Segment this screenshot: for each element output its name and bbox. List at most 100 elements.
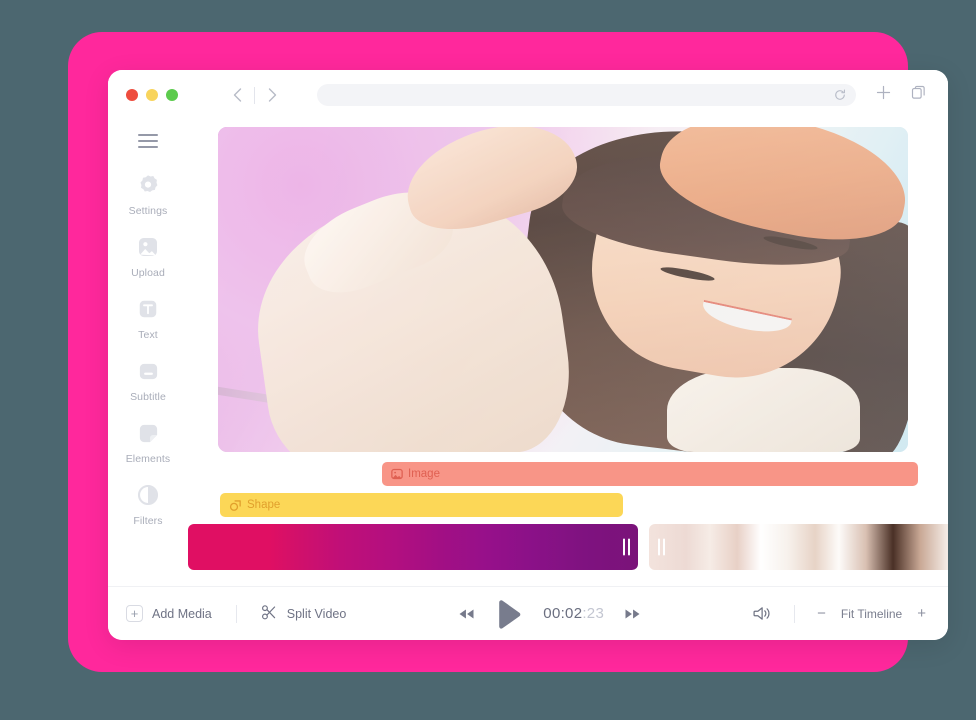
- sidebar-item-text[interactable]: Text: [108, 296, 188, 341]
- preview-color-wash: [218, 127, 908, 452]
- volume-button[interactable]: [753, 605, 794, 622]
- sidebar-item-elements[interactable]: Elements: [108, 420, 188, 465]
- rewind-icon: [459, 608, 474, 619]
- timeline-clip-image[interactable]: Image: [382, 462, 918, 486]
- track-row-image: Image: [188, 462, 948, 486]
- sidebar-item-subtitle[interactable]: Subtitle: [108, 358, 188, 403]
- reload-button[interactable]: [834, 89, 846, 101]
- caption-box-icon: [139, 363, 157, 379]
- image-icon: [391, 468, 403, 480]
- chrome-action-buttons: [876, 85, 926, 105]
- timecode-main: 00:02: [543, 605, 583, 622]
- sidebar-item-upload[interactable]: Upload: [108, 234, 188, 279]
- video-track-row: [188, 524, 948, 570]
- rewind-button[interactable]: [458, 608, 475, 620]
- clip-resize-handle-left[interactable]: [656, 538, 666, 556]
- timeline-clip-shape[interactable]: Shape: [220, 493, 623, 517]
- play-button[interactable]: [495, 599, 523, 629]
- window-body: Settings Upload Text Subtitle Elements F…: [108, 120, 948, 586]
- left-sidebar: Settings Upload Text Subtitle Elements F…: [108, 120, 188, 586]
- hamburger-line: [138, 134, 158, 137]
- filters-contrast-icon: [135, 482, 161, 508]
- grip-bar: [627, 538, 630, 556]
- image-icon: [139, 238, 157, 256]
- sticker-corner-icon: [139, 424, 157, 442]
- toolbar-right-group: − Fit Timeline +: [753, 604, 926, 623]
- sidebar-item-label: Elements: [125, 453, 171, 465]
- speaker-icon: [753, 607, 770, 620]
- menu-toggle-button[interactable]: [138, 134, 158, 148]
- timeline-zoom-controls: − Fit Timeline +: [817, 606, 926, 621]
- plus-icon: [876, 85, 891, 100]
- sidebar-item-label: Upload: [131, 267, 165, 279]
- split-video-button[interactable]: Split Video: [261, 604, 347, 624]
- browser-window: Settings Upload Text Subtitle Elements F…: [108, 70, 948, 640]
- new-tab-button[interactable]: [876, 85, 891, 105]
- close-window-button[interactable]: [126, 89, 138, 101]
- maximize-window-button[interactable]: [166, 89, 178, 101]
- nav-divider: [254, 86, 255, 104]
- back-button[interactable]: [222, 80, 252, 110]
- add-media-label: Add Media: [152, 606, 212, 621]
- editor-toolbar: + Add Media Split Video 00:02:23 − Fit T…: [108, 586, 948, 640]
- sidebar-item-label: Subtitle: [130, 391, 166, 403]
- plus-box-icon: +: [126, 605, 143, 622]
- timeline-video-clip-photo[interactable]: [649, 524, 948, 570]
- transport-controls: 00:02:23: [346, 599, 753, 629]
- clip-thumbnail-strip: [649, 524, 948, 570]
- fit-timeline-button[interactable]: Fit Timeline: [841, 607, 902, 621]
- hamburger-line: [138, 139, 158, 143]
- sidebar-item-label: Settings: [128, 205, 168, 217]
- grip-bar: [662, 538, 665, 556]
- address-bar[interactable]: [317, 84, 856, 106]
- play-icon: [499, 599, 521, 629]
- sidebar-item-settings[interactable]: Settings: [108, 172, 188, 217]
- timecode-frames: :23: [582, 605, 605, 622]
- settings-icon: [135, 172, 161, 198]
- circle-square-icon: [229, 499, 241, 511]
- sidebar-item-filters[interactable]: Filters: [108, 482, 188, 527]
- reload-icon: [835, 89, 846, 100]
- picture-icon: [391, 468, 403, 480]
- show-tabs-button[interactable]: [911, 85, 926, 105]
- gear-icon: [140, 175, 158, 192]
- chevron-right-icon: [268, 88, 276, 102]
- hamburger-line: [138, 145, 158, 148]
- clip-resize-handle-right[interactable]: [621, 538, 631, 556]
- zoom-out-button[interactable]: −: [817, 606, 826, 621]
- scissors-glyph: [261, 604, 275, 619]
- shape-icon: [229, 499, 242, 512]
- preview-container: [188, 120, 948, 452]
- fast-forward-icon: [625, 608, 640, 619]
- scissors-icon: [261, 604, 278, 624]
- timeline-video-clip-gradient[interactable]: [188, 524, 638, 570]
- navigation-buttons: [222, 80, 287, 110]
- timeline-tracks: Image Shape: [188, 452, 948, 586]
- chevron-left-icon: [233, 88, 241, 102]
- elements-icon: [135, 420, 161, 446]
- track-row-shape: Shape: [188, 493, 948, 517]
- toolbar-divider: [794, 604, 796, 623]
- copy-tabs-icon: [911, 85, 925, 99]
- upload-image-icon: [135, 234, 161, 260]
- letter-t-icon: [139, 300, 157, 318]
- add-media-button[interactable]: + Add Media: [126, 605, 212, 622]
- fast-forward-button[interactable]: [624, 608, 641, 620]
- sidebar-item-label: Filters: [133, 515, 163, 527]
- split-video-label: Split Video: [286, 606, 347, 621]
- sidebar-item-label: Text: [138, 329, 158, 341]
- subtitle-icon: [135, 358, 161, 384]
- browser-chrome-bar: [108, 70, 948, 120]
- timecode-display: 00:02:23: [543, 605, 604, 622]
- main-editor-area: Image Shape: [188, 120, 948, 586]
- minimize-window-button[interactable]: [146, 89, 158, 101]
- grip-bar: [657, 538, 660, 556]
- zoom-in-button[interactable]: +: [917, 606, 926, 621]
- timeline-clip-label: Image: [408, 468, 440, 480]
- text-icon: [135, 296, 161, 322]
- timeline-clip-label: Shape: [247, 499, 281, 511]
- video-preview[interactable]: [218, 127, 908, 452]
- contrast-circle-icon: [137, 484, 159, 506]
- forward-button[interactable]: [257, 80, 287, 110]
- clip-thumbnail-strip: [188, 524, 638, 570]
